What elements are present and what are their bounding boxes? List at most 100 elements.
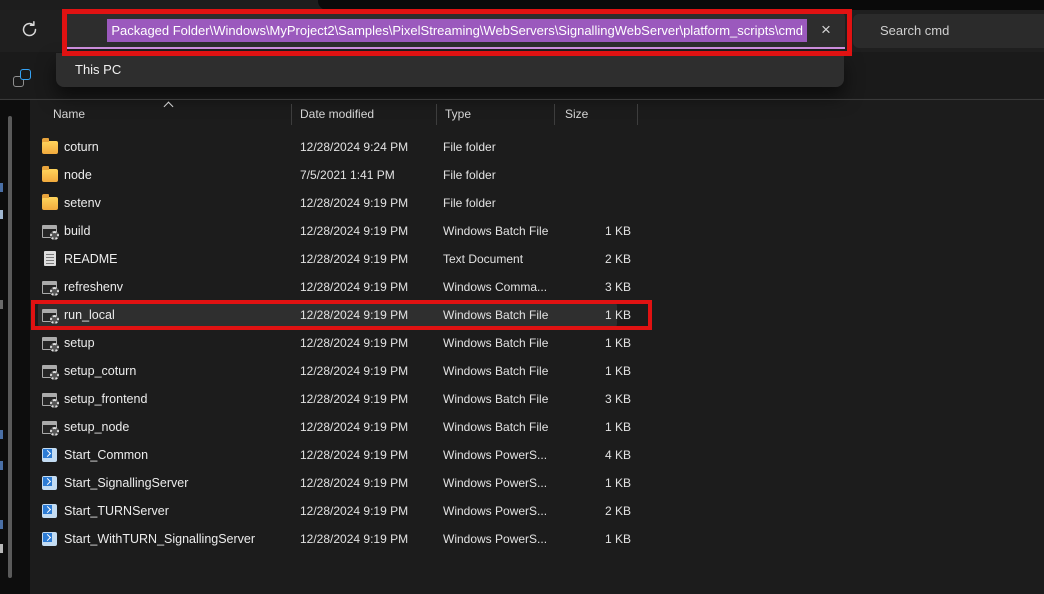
file-name: setup_frontend <box>64 385 147 413</box>
column-header-row: Name Date modified Type Size <box>0 100 1044 128</box>
file-name: node <box>64 161 92 189</box>
refresh-button[interactable] <box>11 13 47 49</box>
file-icon <box>42 169 58 182</box>
address-dropdown: This PC <box>56 53 844 87</box>
file-date-modified: 7/5/2021 1:41 PM <box>300 161 395 189</box>
file-row[interactable]: setup_coturn 12/28/2024 9:19 PM Windows … <box>0 357 1044 385</box>
file-row[interactable]: Start_WithTURN_SignallingServer 12/28/20… <box>0 525 1044 553</box>
tab-strip-dark-region <box>318 0 1044 10</box>
file-type: Windows Batch File <box>443 357 548 385</box>
file-type: File folder <box>443 161 496 189</box>
file-name: build <box>64 217 90 245</box>
file-type: Windows PowerS... <box>443 525 547 553</box>
file-row[interactable]: setup_node 12/28/2024 9:19 PM Windows Ba… <box>0 413 1044 441</box>
file-name: setup <box>64 329 95 357</box>
file-date-modified: 12/28/2024 9:19 PM <box>300 217 408 245</box>
file-name: Start_SignallingServer <box>64 469 188 497</box>
file-icon <box>42 504 57 518</box>
address-input[interactable]: Packaged Folder\Windows\MyProject2\Sampl… <box>68 17 807 43</box>
file-icon <box>42 225 57 238</box>
column-separator[interactable] <box>291 104 292 125</box>
file-row[interactable]: README 12/28/2024 9:19 PM Text Document … <box>0 245 1044 273</box>
file-row[interactable]: build 12/28/2024 9:19 PM Windows Batch F… <box>0 217 1044 245</box>
search-box[interactable]: Search cmd <box>853 14 1044 48</box>
file-type: Windows PowerS... <box>443 469 547 497</box>
file-name: Start_WithTURN_SignallingServer <box>64 525 255 553</box>
close-icon: × <box>821 20 831 39</box>
file-size: 2 KB <box>565 497 631 525</box>
column-header-name[interactable]: Name <box>53 100 85 128</box>
file-type: File folder <box>443 189 496 217</box>
file-row[interactable]: refreshenv 12/28/2024 9:19 PM Windows Co… <box>0 273 1044 301</box>
file-row[interactable]: setenv 12/28/2024 9:19 PM File folder <box>0 189 1044 217</box>
file-row[interactable]: setup 12/28/2024 9:19 PM Windows Batch F… <box>0 329 1044 357</box>
file-icon <box>42 532 57 546</box>
file-type: Windows Batch File <box>443 217 548 245</box>
file-type: Windows Comma... <box>443 273 547 301</box>
dropdown-item-this-pc[interactable]: This PC <box>56 53 844 87</box>
file-date-modified: 12/28/2024 9:19 PM <box>300 245 408 273</box>
file-row[interactable]: Start_Common 12/28/2024 9:19 PM Windows … <box>0 441 1044 469</box>
file-type: Windows Batch File <box>443 329 548 357</box>
file-row[interactable]: run_local 12/28/2024 9:19 PM Windows Bat… <box>0 301 1044 329</box>
file-date-modified: 12/28/2024 9:19 PM <box>300 441 408 469</box>
file-row[interactable]: Start_TURNServer 12/28/2024 9:19 PM Wind… <box>0 497 1044 525</box>
file-size: 1 KB <box>565 469 631 497</box>
file-icon <box>42 197 58 210</box>
column-separator[interactable] <box>637 104 638 125</box>
file-row[interactable]: coturn 12/28/2024 9:24 PM File folder <box>0 133 1044 161</box>
file-name: refreshenv <box>64 273 123 301</box>
file-date-modified: 12/28/2024 9:19 PM <box>300 273 408 301</box>
address-bar[interactable]: Packaged Folder\Windows\MyProject2\Sampl… <box>66 13 845 49</box>
file-icon <box>42 337 57 350</box>
file-size: 1 KB <box>565 525 631 553</box>
file-type: Text Document <box>443 245 523 273</box>
file-type: Windows PowerS... <box>443 441 547 469</box>
file-name: setup_coturn <box>64 357 136 385</box>
file-row[interactable]: Start_SignallingServer 12/28/2024 9:19 P… <box>0 469 1044 497</box>
column-separator[interactable] <box>554 104 555 125</box>
tab-strip <box>0 0 1044 10</box>
address-selected-text: Packaged Folder\Windows\MyProject2\Sampl… <box>107 19 807 42</box>
clear-address-button[interactable]: × <box>811 16 841 44</box>
file-date-modified: 12/28/2024 9:19 PM <box>300 525 408 553</box>
column-header-type[interactable]: Type <box>445 100 471 128</box>
file-size: 2 KB <box>565 245 631 273</box>
file-icon <box>42 448 57 462</box>
column-header-date-modified[interactable]: Date modified <box>300 100 374 128</box>
file-icon <box>42 281 57 294</box>
file-date-modified: 12/28/2024 9:19 PM <box>300 189 408 217</box>
column-header-size[interactable]: Size <box>565 100 588 128</box>
copy-icon[interactable] <box>12 68 32 88</box>
file-date-modified: 12/28/2024 9:24 PM <box>300 133 408 161</box>
file-row[interactable]: node 7/5/2021 1:41 PM File folder <box>0 161 1044 189</box>
file-icon <box>44 251 56 266</box>
refresh-icon <box>20 20 39 42</box>
file-explorer-window: Packaged Folder\Windows\MyProject2\Sampl… <box>0 0 1044 594</box>
file-icon <box>42 141 58 154</box>
file-size: 1 KB <box>565 413 631 441</box>
file-date-modified: 12/28/2024 9:19 PM <box>300 357 408 385</box>
file-name: coturn <box>64 133 99 161</box>
file-name: Start_TURNServer <box>64 497 169 525</box>
file-type: Windows Batch File <box>443 413 548 441</box>
file-icon <box>42 309 57 322</box>
file-date-modified: 12/28/2024 9:19 PM <box>300 385 408 413</box>
file-name: run_local <box>64 301 115 329</box>
file-row[interactable]: setup_frontend 12/28/2024 9:19 PM Window… <box>0 385 1044 413</box>
file-name: README <box>64 245 117 273</box>
file-list: coturn 12/28/2024 9:24 PM File folder no… <box>0 133 1044 553</box>
column-separator[interactable] <box>436 104 437 125</box>
file-size: 1 KB <box>565 357 631 385</box>
file-size: 1 KB <box>565 301 631 329</box>
file-size: 3 KB <box>565 273 631 301</box>
file-icon <box>42 365 57 378</box>
file-icon <box>42 421 57 434</box>
file-name: Start_Common <box>64 441 148 469</box>
file-type: File folder <box>443 133 496 161</box>
file-icon <box>42 476 57 490</box>
file-date-modified: 12/28/2024 9:19 PM <box>300 413 408 441</box>
file-date-modified: 12/28/2024 9:19 PM <box>300 329 408 357</box>
file-size: 1 KB <box>565 329 631 357</box>
file-size: 4 KB <box>565 441 631 469</box>
